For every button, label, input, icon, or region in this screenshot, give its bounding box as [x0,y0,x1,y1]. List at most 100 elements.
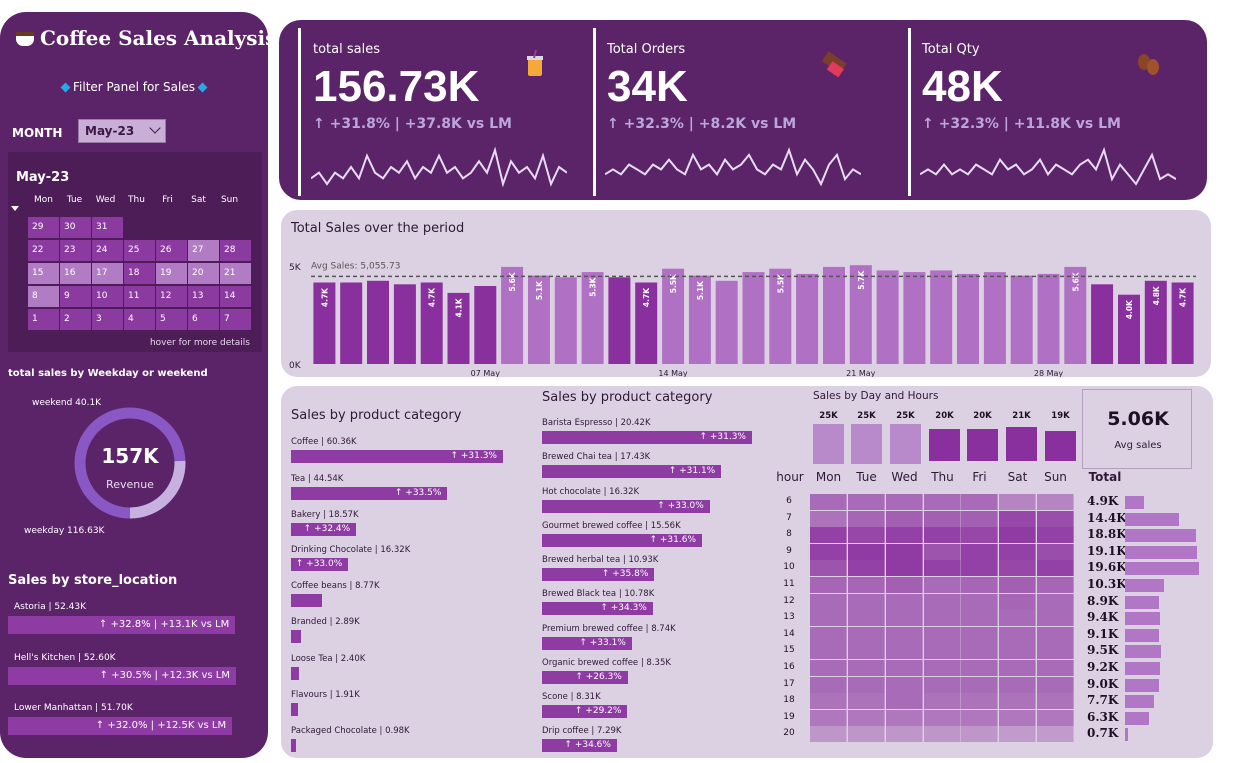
heatmap-cell[interactable] [924,593,961,610]
heatmap-cell[interactable] [848,610,885,627]
calendar-day-cell[interactable]: 3 [92,309,123,330]
heatmap-cell[interactable] [961,726,998,743]
sales-bar[interactable] [1037,273,1060,364]
calendar-day-cell[interactable]: 15 [28,263,59,284]
sales-bar[interactable] [876,270,899,364]
heatmap-cell[interactable] [886,610,923,627]
heatmap-cell[interactable] [848,709,885,726]
sales-bar[interactable] [367,280,389,364]
caret-down-icon[interactable] [11,206,19,211]
heatmap-cell[interactable] [961,643,998,660]
calendar-day-cell[interactable]: 6 [188,309,219,330]
heatmap-cell[interactable] [810,510,847,527]
sales-bar[interactable] [742,272,765,364]
heatmap-cell[interactable] [810,560,847,577]
heatmap-total-bar[interactable] [1125,678,1159,692]
heatmap-total-bar[interactable] [1125,496,1144,509]
calendar-day-cell[interactable]: 27 [188,240,219,261]
heatmap-cell[interactable] [1037,510,1074,527]
heatmap-cell[interactable] [1037,660,1074,676]
heatmap-cell[interactable] [810,543,847,560]
heatmap-cell[interactable] [848,560,885,577]
heatmap-cell[interactable] [848,643,885,660]
calendar-day-cell[interactable]: 7 [220,309,251,330]
category-bar[interactable]: ↑ +33.5% [291,487,448,500]
heatmap-cell[interactable] [999,593,1036,610]
category-bar[interactable]: ↑ +33.0% [291,558,349,571]
heatmap-cell[interactable] [886,527,923,544]
category-bar[interactable]: ↑ +31.1% [542,465,722,478]
calendar-day-cell[interactable]: 11 [124,286,155,307]
heatmap-cell[interactable] [1037,593,1074,610]
category-bar[interactable]: ↑ +31.3% [542,431,752,444]
month-dropdown[interactable]: May-23 [78,119,166,143]
heatmap-cell[interactable] [924,693,961,710]
heatmap-cell[interactable] [924,577,961,593]
calendar-day-cell[interactable]: 14 [220,286,251,307]
sales-bar[interactable] [796,273,819,364]
heatmap-cell[interactable] [924,510,961,527]
heatmap-cell[interactable] [848,527,885,544]
calendar-day-cell[interactable]: 24 [92,240,123,261]
dow-total-bar[interactable] [967,429,998,461]
heatmap-cell[interactable] [1037,610,1074,627]
heatmap-cell[interactable] [810,527,847,544]
sales-bar[interactable] [957,273,979,364]
heatmap-cell[interactable] [848,510,885,527]
sales-bar[interactable] [554,277,577,364]
heatmap-total-bar[interactable] [1125,728,1128,742]
sales-bar[interactable] [903,272,926,364]
category-bar[interactable]: ↑ +35.8% [542,568,655,581]
heatmap-cell[interactable] [1037,676,1074,693]
calendar-day-cell[interactable]: 9 [60,286,91,307]
heatmap-cell[interactable] [848,494,885,510]
heatmap-cell[interactable] [999,510,1036,527]
heatmap-cell[interactable] [1037,693,1074,710]
calendar-day-cell[interactable]: 21 [220,263,251,284]
dow-total-bar[interactable] [851,424,882,464]
heatmap-cell[interactable] [924,709,961,726]
category-bar[interactable]: ↑ +33.0% [542,500,710,513]
calendar-day-cell[interactable]: 26 [156,240,187,261]
heatmap-cell[interactable] [924,560,961,577]
heatmap-total-bar[interactable] [1125,562,1199,576]
heatmap-cell[interactable] [810,626,847,643]
calendar-day-cell[interactable]: 29 [28,217,59,238]
category-bar[interactable] [291,739,296,752]
heatmap-cell[interactable] [924,543,961,560]
heatmap-total-bar[interactable] [1125,645,1161,659]
heatmap-cell[interactable] [810,610,847,627]
heatmap-cell[interactable] [999,610,1036,627]
heatmap-cell[interactable] [924,676,961,693]
heatmap-cell[interactable] [999,543,1036,560]
heatmap-cell[interactable] [810,577,847,593]
heatmap-cell[interactable] [924,660,961,676]
heatmap-cell[interactable] [961,676,998,693]
sales-bar[interactable] [1010,275,1033,364]
heatmap-cell[interactable] [886,626,923,643]
heatmap-cell[interactable] [961,510,998,527]
heatmap-cell[interactable] [1037,626,1074,643]
dow-total-bar[interactable] [929,429,960,461]
sales-bar[interactable] [715,280,738,364]
category-bar[interactable] [291,594,322,607]
calendar-day-cell[interactable]: 5 [156,309,187,330]
heatmap-cell[interactable] [961,660,998,676]
calendar-day-cell[interactable]: 28 [220,240,251,261]
heatmap-cell[interactable] [810,693,847,710]
heatmap-cell[interactable] [886,510,923,527]
calendar-day-cell[interactable]: 12 [156,286,187,307]
calendar-day-cell[interactable]: 22 [28,240,59,261]
category-bar[interactable] [291,703,298,716]
heatmap-total-bar[interactable] [1125,612,1161,626]
heatmap-cell[interactable] [961,577,998,593]
heatmap-cell[interactable] [810,660,847,676]
heatmap-cell[interactable] [848,577,885,593]
calendar-day-cell[interactable]: 31 [92,217,123,238]
calendar-day-cell[interactable]: 2 [60,309,91,330]
heatmap-cell[interactable] [810,676,847,693]
heatmap-cell[interactable] [810,643,847,660]
heatmap-cell[interactable] [848,660,885,676]
calendar-day-cell[interactable]: 4 [124,309,155,330]
category-bar[interactable] [291,630,302,643]
